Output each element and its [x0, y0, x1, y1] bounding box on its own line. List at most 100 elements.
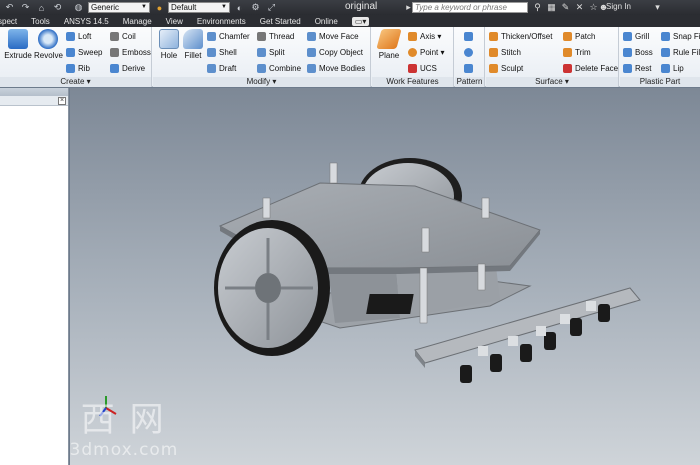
mirror-button[interactable] — [464, 62, 476, 74]
grid-icon[interactable]: ▦ — [546, 2, 557, 13]
help-icon[interactable]: ▾ — [652, 2, 663, 13]
create-panel: Extrude Revolve Loft Sweep Rib Coil Embo… — [0, 27, 152, 87]
wrench-icon[interactable]: ✎ — [560, 2, 571, 13]
split-button[interactable]: Split — [257, 46, 285, 58]
search-input[interactable]: Type a keyword or phrase — [412, 2, 528, 13]
grill-button[interactable]: Grill — [623, 30, 649, 42]
plane-icon — [376, 29, 402, 49]
menu-view[interactable]: View — [166, 17, 183, 26]
surface-panel-title[interactable]: Surface ▾ — [486, 77, 618, 87]
menu-ansys[interactable]: ANSYS 14.5 — [64, 17, 109, 26]
menu-environments[interactable]: Environments — [197, 17, 246, 26]
battery — [366, 294, 414, 314]
stitch-button[interactable]: Stitch — [489, 46, 521, 58]
menu-inspect[interactable]: spect — [0, 17, 17, 26]
draft-label: Draft — [219, 63, 237, 73]
shell-button[interactable]: Shell — [207, 46, 237, 58]
tools-icon[interactable]: ✕ — [574, 2, 585, 13]
front-wheel — [214, 220, 330, 356]
hole-label: Hole — [160, 51, 178, 60]
watermark-url: www.3dmox.com — [70, 440, 179, 460]
modify-panel-title[interactable]: Modify ▾ — [153, 77, 370, 87]
binoculars-icon[interactable]: ⚲ — [532, 2, 543, 13]
derive-label: Derive — [122, 63, 146, 73]
move-face-button[interactable]: Move Face — [307, 30, 359, 42]
quick-access-return-icon[interactable]: ⌂ — [35, 2, 48, 13]
coil-button[interactable]: Coil — [110, 30, 136, 42]
combine-button[interactable]: Combine — [257, 62, 301, 74]
rectangular-pattern-button[interactable] — [464, 30, 476, 42]
surface-panel: Thicken/Offset Stitch Sculpt Patch Trim … — [486, 27, 619, 87]
grill-label: Grill — [635, 31, 650, 41]
chamfer-button[interactable]: Chamfer — [207, 30, 250, 42]
boss-button[interactable]: Boss — [623, 46, 653, 58]
shell-icon — [207, 47, 216, 57]
thread-label: Thread — [269, 31, 295, 41]
derive-button[interactable]: Derive — [110, 62, 145, 74]
clear-appearance-icon[interactable]: ◐ — [233, 2, 246, 13]
fillet-button[interactable]: Fillet — [179, 29, 207, 60]
delete-face-button[interactable]: Delete Face — [563, 62, 618, 74]
thicken-offset-icon — [489, 31, 498, 41]
quick-access-undo-icon[interactable]: ↶ — [3, 2, 16, 13]
rule-fillet-button[interactable]: Rule Fill — [661, 46, 700, 58]
patch-button[interactable]: Patch — [563, 30, 595, 42]
lip-button[interactable]: Lip — [661, 62, 684, 74]
delete-face-label: Delete Face — [575, 63, 619, 73]
material-dropdown[interactable]: Generic ▼ — [88, 2, 150, 13]
thicken-offset-label: Thicken/Offset — [501, 31, 553, 41]
copy-object-button[interactable]: Copy Object — [307, 46, 363, 58]
ucs-icon — [408, 63, 417, 73]
chevron-down-icon: ▼ — [221, 4, 227, 10]
measure-icon[interactable]: ⤢ — [265, 2, 278, 13]
rib-button[interactable]: Rib — [66, 62, 90, 74]
document-title: original — [345, 1, 378, 12]
loft-icon — [66, 31, 75, 41]
ribbon-minimize-icon[interactable]: ▭▾ — [351, 16, 370, 26]
sculpt-button[interactable]: Sculpt — [489, 62, 523, 74]
thread-button[interactable]: Thread — [257, 30, 294, 42]
snap-fit-button[interactable]: Snap Fit — [661, 30, 700, 42]
trim-button[interactable]: Trim — [563, 46, 591, 58]
move-face-icon — [307, 31, 316, 41]
rest-button[interactable]: Rest — [623, 62, 651, 74]
appearance-value: Default — [171, 3, 197, 12]
circular-pattern-button[interactable] — [464, 46, 476, 58]
derive-icon — [110, 63, 119, 73]
point-button[interactable]: Point ▾ — [408, 46, 444, 58]
axis-button[interactable]: Axis ▾ — [408, 30, 441, 42]
menu-manage[interactable]: Manage — [123, 17, 152, 26]
move-bodies-button[interactable]: Move Bodies — [307, 62, 365, 74]
ucs-button[interactable]: UCS — [408, 62, 437, 74]
close-icon[interactable]: × — [58, 97, 66, 105]
sign-in-link[interactable]: Sign In — [606, 2, 631, 11]
create-panel-title[interactable]: Create ▾ — [0, 77, 151, 87]
quick-access-update-icon[interactable]: ⟲ — [51, 2, 64, 13]
sweep-button[interactable]: Sweep — [66, 46, 102, 58]
menu-online[interactable]: Online — [315, 17, 338, 26]
revolve-icon — [38, 29, 58, 49]
quick-access-redo-icon[interactable]: ↷ — [19, 2, 32, 13]
loft-button[interactable]: Loft — [66, 30, 91, 42]
graphics-viewport[interactable]: 莫 西 网 www.3dmox.com — [70, 88, 700, 465]
plastic-part-panel: Grill Boss Rest Snap Fit Rule Fill Lip P… — [620, 27, 700, 87]
menu-tools[interactable]: Tools — [31, 17, 50, 26]
extrude-button[interactable]: Extrude — [4, 29, 32, 60]
thicken-offset-button[interactable]: Thicken/Offset — [489, 30, 552, 42]
point-icon — [408, 47, 417, 57]
plastic-part-panel-title: Plastic Part — [620, 77, 700, 87]
draft-button[interactable]: Draft — [207, 62, 236, 74]
rectangular-pattern-icon — [464, 31, 473, 41]
menu-get-started[interactable]: Get Started — [260, 17, 301, 26]
mirror-icon — [464, 63, 473, 73]
extrude-label: Extrude — [4, 51, 32, 60]
thread-icon — [257, 31, 266, 41]
sculpt-label: Sculpt — [501, 63, 524, 73]
plane-button[interactable]: Plane — [375, 29, 403, 60]
emboss-button[interactable]: Emboss — [110, 46, 151, 58]
adjust-icon[interactable]: ⚙ — [249, 2, 262, 13]
patch-icon — [563, 31, 572, 41]
watermark-brand: 莫 西 网 — [70, 400, 166, 440]
revolve-button[interactable]: Revolve — [34, 29, 63, 60]
appearance-dropdown[interactable]: Default ▼ — [168, 2, 230, 13]
